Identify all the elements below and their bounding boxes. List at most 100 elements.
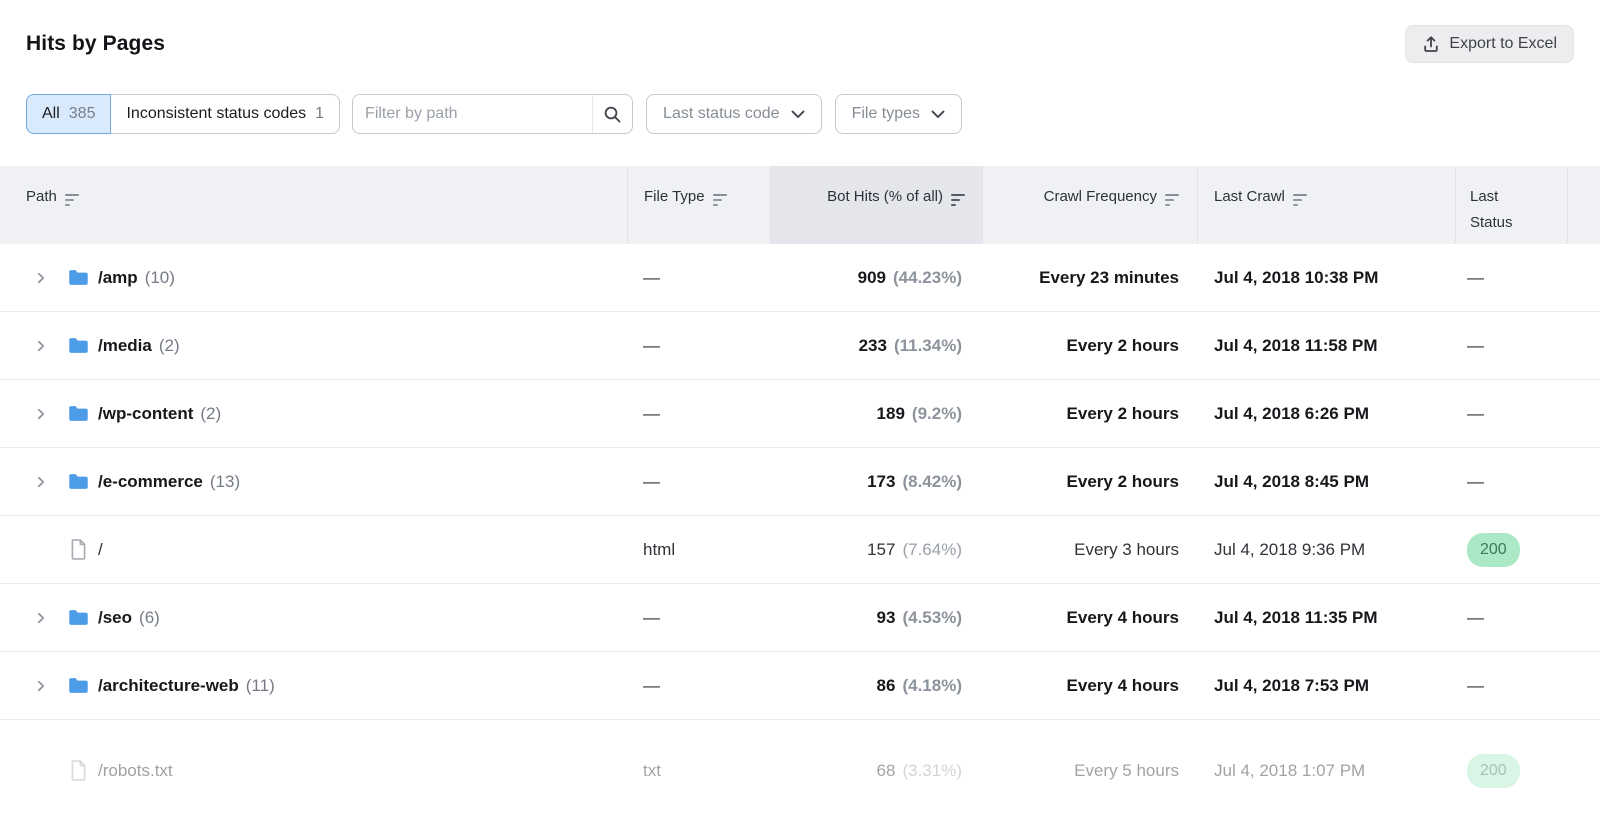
column-header-bot-hits-label: Bot Hits (% of all) <box>827 184 943 210</box>
path-count: (11) <box>246 676 275 696</box>
folder-icon <box>68 269 89 286</box>
sort-icon <box>1165 194 1179 206</box>
table-header-row: Path File Type Bot Hits (% of all) Crawl… <box>0 166 1600 244</box>
path-count: (2) <box>200 404 221 424</box>
column-header-last-status: Last Status <box>1455 166 1600 244</box>
table-row[interactable]: / html 157 (7.64%) Every 3 hours Jul 4, … <box>0 516 1600 584</box>
column-header-last-crawl[interactable]: Last Crawl <box>1197 166 1455 244</box>
file-types-dropdown[interactable]: File types <box>835 94 962 134</box>
path-count: (13) <box>210 472 240 492</box>
column-header-bot-hits[interactable]: Bot Hits (% of all) <box>770 166 982 244</box>
column-header-path-label: Path <box>26 184 57 210</box>
bot-hits-percent: (8.42%) <box>902 472 962 492</box>
status-badge: — <box>1467 676 1484 696</box>
file-type-cell: — <box>627 584 770 651</box>
last-status-cell: — <box>1455 312 1600 379</box>
last-crawl-cell: Jul 4, 2018 10:38 PM <box>1197 244 1455 311</box>
last-status-cell: — <box>1455 448 1600 515</box>
file-type-cell: — <box>627 380 770 447</box>
table-row[interactable]: /robots.txt txt 68 (3.31%) Every 5 hours… <box>0 720 1600 821</box>
chevron-right-icon[interactable] <box>34 407 49 421</box>
bot-hits-value: 68 <box>877 761 896 781</box>
folder-icon <box>68 337 89 354</box>
export-upload-icon <box>1422 35 1440 53</box>
export-to-excel-button[interactable]: Export to Excel <box>1405 25 1574 63</box>
path-cell: /wp-content (2) <box>0 380 627 447</box>
last-status-cell: 200 <box>1455 516 1600 583</box>
crawl-frequency-cell: Every 4 hours <box>982 584 1197 651</box>
column-header-path[interactable]: Path <box>0 166 627 244</box>
bot-hits-cell: 909 (44.23%) <box>770 244 982 311</box>
chevron-right-icon[interactable] <box>34 339 49 353</box>
path-filter-input[interactable] <box>353 105 592 123</box>
chevron-right-icon[interactable] <box>34 679 49 693</box>
path-label[interactable]: / <box>98 540 103 560</box>
status-badge: — <box>1467 472 1484 492</box>
path-count: (2) <box>159 336 180 356</box>
path-cell: /e-commerce (13) <box>0 448 627 515</box>
path-label[interactable]: /wp-content <box>98 404 193 424</box>
bot-hits-value: 189 <box>877 404 905 424</box>
path-label[interactable]: /amp <box>98 268 138 288</box>
column-header-crawl-frequency-label: Crawl Frequency <box>1044 184 1157 210</box>
column-header-last-crawl-label: Last Crawl <box>1214 184 1285 210</box>
chevron-down-icon <box>791 110 805 119</box>
path-label[interactable]: /seo <box>98 608 132 628</box>
path-label[interactable]: /architecture-web <box>98 676 239 696</box>
last-crawl-cell: Jul 4, 2018 6:26 PM <box>1197 380 1455 447</box>
bot-hits-value: 173 <box>867 472 895 492</box>
path-cell: /architecture-web (11) <box>0 652 627 719</box>
segment-inconsistent-status-codes[interactable]: Inconsistent status codes 1 <box>111 94 340 134</box>
bot-hits-value: 93 <box>877 608 896 628</box>
table-row[interactable]: /architecture-web (11) — 86 (4.18%) Ever… <box>0 652 1600 720</box>
segment-all[interactable]: All 385 <box>26 94 111 134</box>
sort-icon <box>951 194 965 206</box>
path-cell: /media (2) <box>0 312 627 379</box>
path-count: (10) <box>145 268 175 288</box>
table-row[interactable]: /media (2) — 233 (11.34%) Every 2 hours … <box>0 312 1600 380</box>
table-row[interactable]: /wp-content (2) — 189 (9.2%) Every 2 hou… <box>0 380 1600 448</box>
search-button[interactable] <box>592 95 632 133</box>
file-type-cell: html <box>627 516 770 583</box>
top-bar: Hits by Pages Export to Excel <box>0 0 1600 63</box>
sort-icon <box>65 194 79 206</box>
bot-hits-cell: 173 (8.42%) <box>770 448 982 515</box>
chevron-right-icon[interactable] <box>34 271 49 285</box>
chevron-right-icon[interactable] <box>34 611 49 625</box>
table-row[interactable]: /amp (10) — 909 (44.23%) Every 23 minute… <box>0 244 1600 312</box>
file-icon <box>68 760 89 781</box>
column-header-file-type[interactable]: File Type <box>627 166 770 244</box>
path-label[interactable]: /e-commerce <box>98 472 203 492</box>
bot-hits-value: 909 <box>858 268 886 288</box>
table-row[interactable]: /seo (6) — 93 (4.53%) Every 4 hours Jul … <box>0 584 1600 652</box>
folder-icon <box>68 677 89 694</box>
crawl-frequency-cell: Every 4 hours <box>982 652 1197 719</box>
path-label[interactable]: /robots.txt <box>98 761 173 781</box>
path-filter-box <box>352 94 633 134</box>
bot-hits-cell: 157 (7.64%) <box>770 516 982 583</box>
bot-hits-percent: (9.2%) <box>912 404 962 424</box>
sort-icon <box>713 194 727 206</box>
bot-hits-percent: (7.64%) <box>902 540 962 560</box>
folder-icon <box>68 405 89 422</box>
crawl-frequency-cell: Every 2 hours <box>982 312 1197 379</box>
last-crawl-cell: Jul 4, 2018 9:36 PM <box>1197 516 1455 583</box>
status-badge: — <box>1467 336 1484 356</box>
table-body: /amp (10) — 909 (44.23%) Every 23 minute… <box>0 244 1600 821</box>
search-icon <box>603 105 622 124</box>
last-status-code-dropdown[interactable]: Last status code <box>646 94 822 134</box>
bot-hits-percent: (11.34%) <box>894 336 962 356</box>
segment-all-count: 385 <box>69 105 96 123</box>
last-status-cell: — <box>1455 380 1600 447</box>
path-label[interactable]: /media <box>98 336 152 356</box>
table-row[interactable]: /e-commerce (13) — 173 (8.42%) Every 2 h… <box>0 448 1600 516</box>
bot-hits-value: 86 <box>877 676 896 696</box>
export-button-label: Export to Excel <box>1449 35 1557 53</box>
column-header-crawl-frequency[interactable]: Crawl Frequency <box>982 166 1197 244</box>
last-crawl-cell: Jul 4, 2018 8:45 PM <box>1197 448 1455 515</box>
bot-hits-cell: 68 (3.31%) <box>770 720 982 821</box>
chevron-right-icon[interactable] <box>34 475 49 489</box>
file-type-cell: — <box>627 244 770 311</box>
bot-hits-cell: 233 (11.34%) <box>770 312 982 379</box>
path-cell: / <box>0 516 627 583</box>
